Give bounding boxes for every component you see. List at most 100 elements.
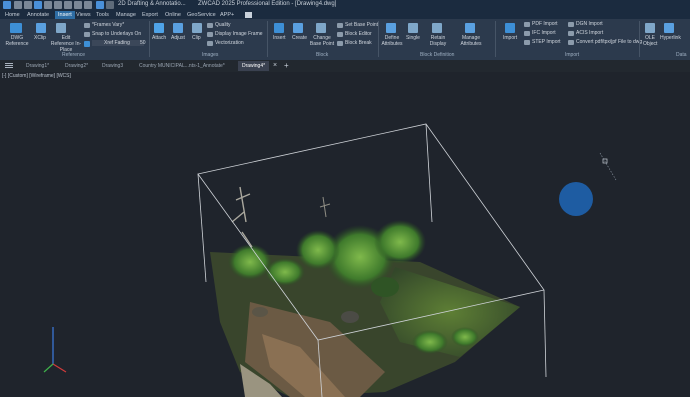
display-image-frame-dropdown[interactable]: Display Image Frame [215, 31, 263, 37]
convert-pdf-button[interactable]: Convert pdf/tpx/jpf File to dwg [576, 39, 642, 45]
create-button[interactable]: Create [292, 35, 307, 41]
menu-tab-annotate[interactable]: Annotate [27, 11, 49, 19]
point-cloud-scene [43, 123, 617, 397]
image-frame-icon [207, 32, 213, 37]
undo-icon[interactable] [74, 1, 82, 9]
xclip-button[interactable]: XClip [34, 35, 46, 41]
new-icon[interactable] [14, 1, 22, 9]
adjust-button[interactable]: Adjust [171, 35, 185, 41]
tab-drawing3[interactable]: Drawing3 [102, 61, 123, 71]
block-break-icon [337, 41, 343, 46]
ribbon-toggle-icon[interactable] [245, 12, 252, 18]
single-icon [408, 23, 418, 33]
clip-icon [192, 23, 202, 33]
app-menu-icon[interactable] [3, 1, 11, 9]
change-base-point-button[interactable]: Change Base Point [308, 35, 336, 47]
workspace-selector[interactable]: 2D Drafting & Annotatio... [118, 1, 186, 7]
insert-button[interactable]: Insert [273, 35, 286, 41]
tab-close-icon[interactable]: × [273, 61, 277, 71]
menu-tab-views[interactable]: Views [76, 11, 91, 19]
tab-drawing2[interactable]: Drawing2* [65, 61, 88, 71]
clip-button[interactable]: Clip [192, 35, 201, 41]
block-editor-button[interactable]: Block Editor [345, 31, 372, 37]
xref-fading-slider[interactable]: Xref Fading [92, 40, 144, 46]
dwg-reference-button[interactable]: DWG Reference [4, 35, 30, 47]
hyperlink-button[interactable]: Hyperlink [660, 35, 681, 41]
quality-button[interactable]: Quality [215, 22, 231, 28]
frames-vary-dropdown[interactable]: *Frames Vary* [92, 22, 124, 28]
menu-tab-online[interactable]: Online [165, 11, 181, 19]
ifc-import-button[interactable]: IFC Import [532, 30, 556, 36]
tab-country-municipal[interactable]: Country MUNICIPAL...nts-1_Annotate* [139, 61, 225, 71]
hyperlink-icon [664, 23, 674, 33]
dwg-reference-icon [10, 23, 22, 33]
single-dropdown[interactable]: Single [406, 35, 420, 41]
xclip-icon [36, 23, 46, 33]
retain-display-dropdown[interactable]: Retain Display [424, 35, 452, 47]
quality-icon [207, 23, 213, 28]
tab-drawing4[interactable]: Drawing4* [238, 61, 270, 71]
document-tab-bar: Drawing1* Drawing2* Drawing3 Country MUN… [0, 60, 690, 72]
pdf-import-button[interactable]: PDF Import [532, 21, 558, 27]
xref-fading-value[interactable]: 50 [140, 40, 146, 46]
import-icon [505, 23, 515, 33]
separator [639, 21, 640, 57]
edit-reference-icon [56, 23, 66, 33]
plot-icon[interactable] [64, 1, 72, 9]
menu-tab-manage[interactable]: Manage [116, 11, 136, 19]
import-group-label: Import [565, 52, 580, 58]
step-import-dropdown[interactable]: STEP Import [532, 39, 561, 45]
set-base-point-icon [337, 23, 343, 28]
menu-tab-tools[interactable]: Tools [96, 11, 109, 19]
window-title: ZWCAD 2025 Professional Edition - [Drawi… [198, 1, 337, 7]
separator [495, 21, 496, 57]
menu-tab-insert[interactable]: Insert [55, 11, 75, 19]
define-attributes-icon [386, 23, 396, 33]
convert-pdf-icon [568, 40, 574, 45]
new-tab-icon[interactable]: + [284, 61, 289, 71]
block-definition-group-label: Block Definition [420, 52, 455, 58]
separator [378, 21, 379, 57]
import-button[interactable]: Import [503, 35, 517, 41]
dropdown-icon[interactable] [106, 1, 114, 9]
step-import-icon [524, 40, 530, 45]
block-group-label: Block [316, 52, 329, 58]
pdf-import-icon [524, 22, 530, 27]
orbit-target-icon[interactable] [559, 182, 593, 216]
attach-button[interactable]: Attach [152, 35, 166, 41]
save-icon[interactable] [34, 1, 42, 9]
ole-object-button[interactable]: OLE Object [643, 35, 657, 47]
block-editor-icon [337, 32, 343, 37]
ifc-import-icon [524, 31, 530, 36]
edit-reference-button[interactable]: Edit Reference In-Place [50, 35, 82, 53]
vectorization-icon [207, 41, 213, 46]
menu-tab-home[interactable]: Home [5, 11, 20, 19]
reference-group-label: Reference [62, 52, 86, 58]
menu-tab-geoservice[interactable]: GeoService [187, 11, 216, 19]
manage-attributes-button[interactable]: Manage Attributes [456, 35, 486, 47]
title-bar: 2D Drafting & Annotatio... ZWCAD 2025 Pr… [0, 0, 690, 11]
acis-import-icon [568, 31, 574, 36]
block-break-button[interactable]: Block Break [345, 40, 372, 46]
hamburger-menu-icon[interactable] [5, 63, 13, 64]
menu-bar: Home Annotate Insert Views Tools Manage … [0, 11, 690, 19]
menu-tab-export[interactable]: Export [142, 11, 158, 19]
print-icon[interactable] [54, 1, 62, 9]
separator [267, 21, 268, 57]
ribbon: DWG Reference XClip Edit Reference In-Pl… [0, 19, 690, 61]
dgn-import-button[interactable]: DGN Import [576, 21, 603, 27]
drawing-viewport[interactable]: [-] [Custom] [Wireframe] [WCS] [0, 72, 690, 397]
open-icon[interactable] [24, 1, 32, 9]
workspace-icon[interactable] [96, 1, 104, 9]
define-attributes-button[interactable]: Define Attributes [380, 35, 404, 47]
tab-drawing1[interactable]: Drawing1* [26, 61, 49, 71]
set-base-point-button[interactable]: Set Base Point [345, 22, 378, 28]
ucs-axis-icon [43, 327, 67, 373]
menu-tab-app-plus[interactable]: APP+ [220, 11, 234, 19]
snap-underlays-dropdown[interactable]: Snap to Underlays On [92, 31, 141, 37]
vectorization-dropdown[interactable]: Vectorization [215, 40, 244, 46]
redo-icon[interactable] [84, 1, 92, 9]
acis-import-button[interactable]: ACIS Import [576, 30, 603, 36]
light-source-icon[interactable] [599, 152, 617, 181]
save-as-icon[interactable] [44, 1, 52, 9]
